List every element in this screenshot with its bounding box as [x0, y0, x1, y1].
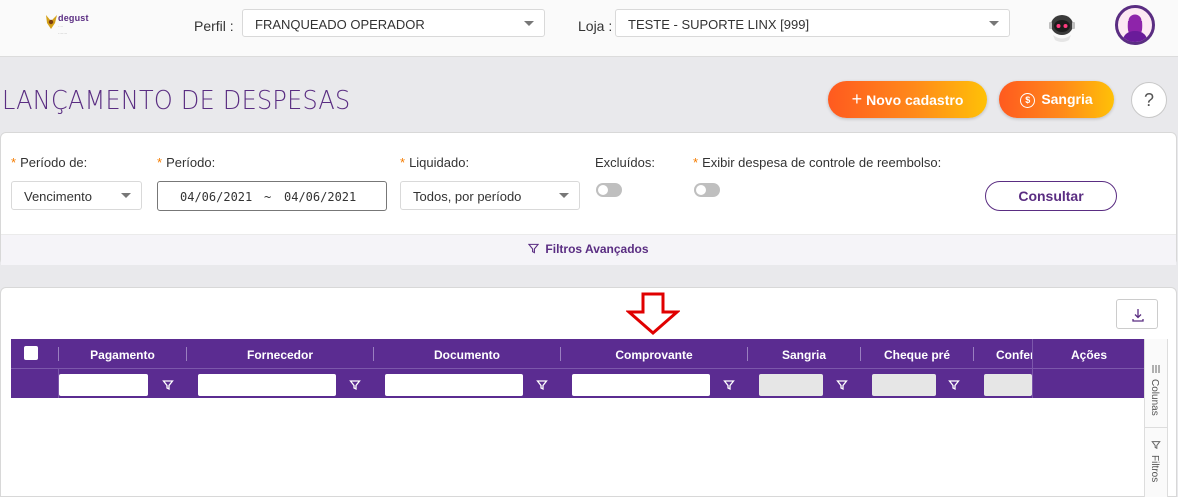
export-button[interactable] — [1116, 299, 1158, 329]
logo-tagline: ······· — [58, 31, 68, 36]
filter-icon[interactable] — [162, 379, 174, 391]
periodo-de-label: * Período de: — [11, 155, 88, 170]
date-end[interactable]: 04/06/2021 — [284, 190, 356, 204]
columns-icon — [1152, 365, 1160, 373]
column-header-cheque-pre[interactable]: Cheque pré — [861, 348, 973, 362]
filter-icon[interactable] — [948, 379, 960, 391]
filter-input-fornecedor[interactable] — [198, 374, 336, 396]
filter-input-comprovante[interactable] — [572, 374, 710, 396]
user-avatar[interactable] — [1115, 5, 1155, 45]
filter-icon[interactable] — [536, 379, 548, 391]
filter-input-cheque-pre[interactable] — [872, 374, 936, 396]
column-separator — [973, 347, 974, 361]
top-bar: degust ···· ······· Perfil : FRANQUEADO … — [0, 0, 1178, 57]
excluidos-label: Excluídos: — [595, 155, 655, 170]
filter-input-pagamento[interactable] — [59, 374, 148, 396]
plus-icon: + — [851, 89, 863, 109]
filter-row-divider — [11, 368, 1144, 369]
column-header-sangria[interactable]: Sangria — [748, 348, 860, 362]
filter-icon — [528, 243, 540, 254]
profile-select[interactable]: FRANQUEADO OPERADOR — [242, 9, 545, 37]
filter-input-sangria[interactable] — [759, 374, 823, 396]
profile-label: Perfil : — [194, 18, 234, 34]
periodo-de-select[interactable]: Vencimento — [11, 181, 142, 210]
filter-icon[interactable] — [836, 379, 848, 391]
liquidado-label: * Liquidado: — [400, 155, 470, 170]
degust-logo[interactable]: degust ···· ······· — [44, 10, 89, 38]
chevron-down-icon — [989, 21, 999, 26]
filter-icon[interactable] — [349, 379, 361, 391]
periodo-de-value: Vencimento — [24, 189, 92, 204]
date-range-picker[interactable]: 04/06/2021 ~ 04/06/2021 — [157, 181, 387, 211]
column-header-pagamento[interactable]: Pagamento — [59, 348, 186, 362]
filters-tab[interactable]: Filtros — [1145, 428, 1167, 497]
filter-input-documento[interactable] — [385, 374, 523, 396]
logo-sub: ···· — [58, 24, 64, 29]
logo-brand: degust — [58, 13, 89, 23]
column-header-documento[interactable]: Documento — [374, 348, 560, 362]
column-header-comprovante[interactable]: Comprovante — [561, 348, 747, 362]
profile-value: FRANQUEADO OPERADOR — [255, 17, 425, 32]
filters-tab-label: Filtros — [1149, 455, 1160, 483]
column-header-fornecedor[interactable]: Fornecedor — [187, 348, 373, 362]
filter-icon — [1151, 441, 1161, 450]
date-separator: ~ — [264, 190, 272, 204]
user-silhouette-icon — [1122, 14, 1148, 42]
filter-row-divider — [1033, 368, 1145, 369]
select-all-checkbox[interactable] — [24, 346, 38, 360]
filter-icon[interactable] — [723, 379, 735, 391]
robot-assistant-icon[interactable] — [1045, 10, 1079, 44]
column-header-acoes: Ações — [1070, 348, 1108, 362]
sangria-button[interactable]: $ Sangria — [999, 81, 1114, 118]
new-record-button[interactable]: + Novo cadastro — [828, 81, 987, 118]
date-start[interactable]: 04/06/2021 — [180, 190, 252, 204]
store-select[interactable]: TESTE - SUPORTE LINX [999] — [615, 9, 1010, 37]
columns-tab[interactable]: Colunas — [1145, 339, 1167, 428]
chevron-down-icon — [559, 193, 569, 198]
grid-header: Pagamento Fornecedor Documento Comprovan… — [11, 339, 1145, 398]
store-value: TESTE - SUPORTE LINX [999] — [628, 17, 810, 32]
acoes-column: Ações — [1032, 339, 1145, 398]
advanced-filters-toggle[interactable]: Filtros Avançados — [1, 234, 1176, 265]
excluidos-toggle[interactable] — [596, 183, 622, 197]
chevron-down-icon — [524, 21, 534, 26]
columns-tab-label: Colunas — [1149, 379, 1160, 416]
reembolso-label: * Exibir despesa de controle de reembolso… — [693, 155, 942, 170]
download-icon — [1132, 309, 1144, 322]
periodo-label: * Período: — [157, 155, 216, 170]
consultar-button[interactable]: Consultar — [985, 181, 1117, 211]
liquidado-value: Todos, por período — [413, 189, 522, 204]
dollar-circle-icon: $ — [1020, 93, 1036, 108]
store-label: Loja : — [578, 18, 613, 34]
red-down-arrow-icon — [626, 292, 680, 335]
grid-side-panel: Colunas Filtros — [1144, 339, 1168, 497]
liquidado-select[interactable]: Todos, por período — [400, 181, 580, 210]
help-button[interactable]: ? — [1131, 82, 1167, 118]
filter-input-conferido[interactable] — [984, 374, 1032, 396]
page-title: LANÇAMENTO DE DESPESAS — [2, 86, 351, 116]
reembolso-toggle[interactable] — [694, 183, 720, 197]
chevron-down-icon — [121, 193, 131, 198]
logo-mark-icon — [46, 15, 57, 29]
